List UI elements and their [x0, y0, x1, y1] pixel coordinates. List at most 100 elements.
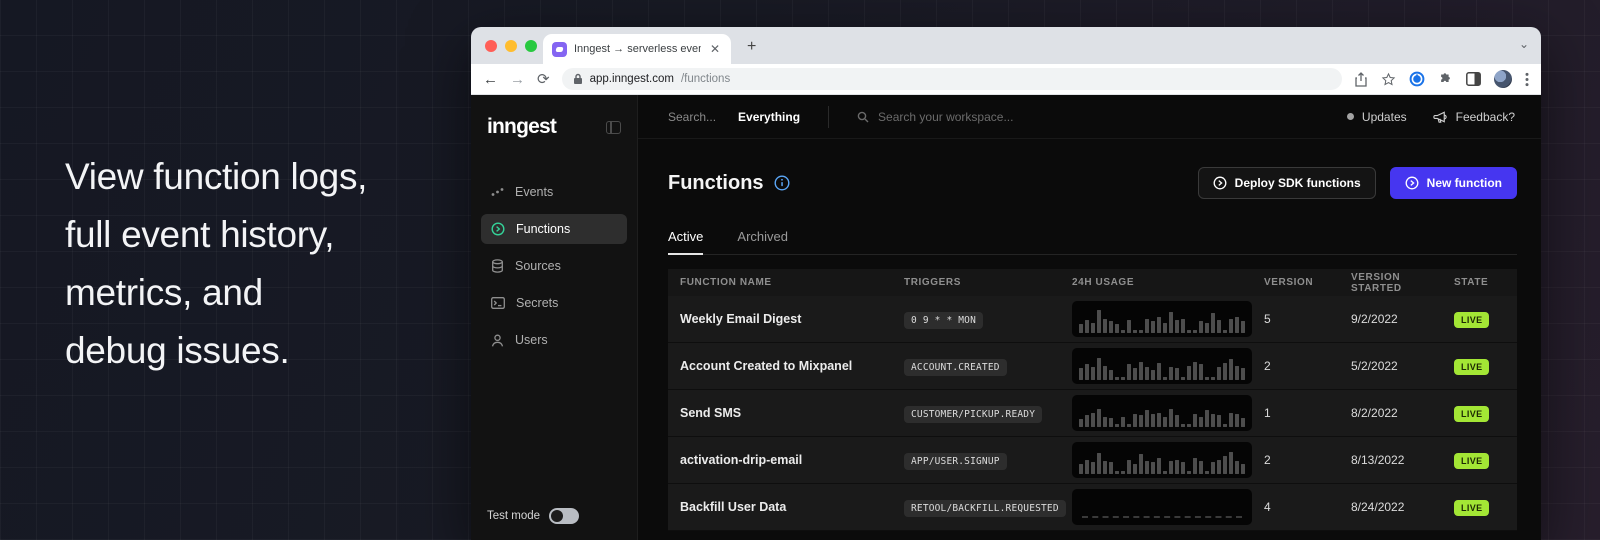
column-triggers: TRIGGERS: [904, 277, 1072, 288]
sidebar-item-label: Secrets: [516, 296, 558, 310]
side-panel-icon[interactable]: [1466, 72, 1481, 86]
functions-page: Functions Deploy: [638, 139, 1541, 540]
tab-title: Inngest → serverless event-dri: [574, 43, 701, 55]
info-icon[interactable]: [774, 175, 790, 191]
usage-sparkline-chart: [1072, 442, 1252, 478]
sidebar-item-label: Events: [515, 185, 553, 199]
version-started-date: 8/13/2022: [1351, 453, 1454, 467]
version-started-date: 5/2/2022: [1351, 359, 1454, 373]
deploy-icon: [1213, 176, 1227, 190]
refresh-icon[interactable]: ⟳: [537, 72, 550, 87]
table-row[interactable]: Account Created to Mixpanel ACCOUNT.CREA…: [668, 343, 1517, 390]
table-row[interactable]: activation-drip-email APP/USER.SIGNUP 2 …: [668, 437, 1517, 484]
inngest-logo: inngest: [487, 115, 556, 139]
sidebar: inngest Events Functions: [471, 95, 638, 540]
usage-sparkline-chart: [1072, 348, 1252, 384]
tab-archived[interactable]: Archived: [737, 229, 788, 255]
browser-tab-strip: Inngest → serverless event-dri ✕ + ⌄: [471, 27, 1541, 64]
feedback-button[interactable]: Feedback?: [1433, 110, 1515, 124]
onepassword-extension-icon[interactable]: [1409, 71, 1425, 87]
sidebar-item-label: Sources: [515, 259, 561, 273]
test-mode-toggle[interactable]: [549, 508, 579, 524]
state-badge: LIVE: [1454, 500, 1489, 516]
function-name[interactable]: Send SMS: [680, 406, 904, 420]
version-started-date: 8/2/2022: [1351, 406, 1454, 420]
state-badge: LIVE: [1454, 312, 1489, 328]
sidebar-item-events[interactable]: Events: [481, 177, 627, 207]
function-name[interactable]: activation-drip-email: [680, 453, 904, 467]
column-function-name: FUNCTION NAME: [680, 277, 904, 288]
browser-window: Inngest → serverless event-dri ✕ + ⌄ ← →…: [471, 27, 1541, 540]
sidebar-item-users[interactable]: Users: [481, 325, 627, 355]
table-row[interactable]: Weekly Email Digest 0 9 * * MON 5 9/2/20…: [668, 296, 1517, 343]
traffic-lights[interactable]: [485, 40, 537, 52]
chevron-down-icon[interactable]: ⌄: [1519, 37, 1529, 51]
sidebar-item-functions[interactable]: Functions: [481, 214, 627, 244]
function-name[interactable]: Weekly Email Digest: [680, 312, 904, 326]
search-scope-label[interactable]: Everything: [738, 110, 800, 124]
version-value: 1: [1264, 406, 1351, 420]
back-icon[interactable]: ←: [483, 72, 498, 87]
column-state: STATE: [1454, 277, 1504, 288]
table-body: Weekly Email Digest 0 9 * * MON 5 9/2/20…: [668, 296, 1517, 531]
close-window-button[interactable]: [485, 40, 497, 52]
extensions-puzzle-icon[interactable]: [1438, 72, 1453, 87]
updates-dot-icon: [1347, 113, 1354, 120]
sidebar-item-label: Functions: [516, 222, 570, 236]
bookmark-star-icon[interactable]: [1381, 72, 1396, 87]
lock-icon: [573, 73, 583, 85]
trigger-badge: ACCOUNT.CREATED: [904, 359, 1007, 376]
hero-line: metrics, and: [65, 264, 367, 322]
usage-sparkline-chart: [1072, 395, 1252, 431]
version-value: 2: [1264, 453, 1351, 467]
browser-tab[interactable]: Inngest → serverless event-dri ✕: [543, 34, 731, 64]
browser-toolbar: ← → ⟳ app.inngest.com/functions: [471, 64, 1541, 95]
feedback-label: Feedback?: [1456, 110, 1515, 124]
updates-button[interactable]: Updates: [1347, 110, 1407, 124]
column-version-started: VERSION STARTED: [1351, 272, 1454, 294]
function-name[interactable]: Account Created to Mixpanel: [680, 359, 904, 373]
trigger-badge: CUSTOMER/PICKUP.READY: [904, 406, 1042, 423]
inngest-favicon-icon: [552, 42, 567, 57]
functions-icon: [491, 222, 505, 236]
url-host: app.inngest.com: [590, 73, 674, 85]
sidebar-item-secrets[interactable]: Secrets: [481, 288, 627, 318]
inngest-app: inngest Events Functions: [471, 95, 1541, 540]
table-row[interactable]: Backfill User Data RETOOL/BACKFILL.REQUE…: [668, 484, 1517, 531]
minimize-window-button[interactable]: [505, 40, 517, 52]
browser-menu-icon[interactable]: [1525, 72, 1529, 87]
secrets-icon: [491, 297, 505, 309]
browser-profile-avatar[interactable]: [1494, 70, 1512, 88]
forward-icon[interactable]: →: [510, 72, 525, 87]
maximize-window-button[interactable]: [525, 40, 537, 52]
page-title: Functions: [668, 172, 764, 195]
test-mode-label: Test mode: [487, 510, 540, 522]
megaphone-icon: [1433, 110, 1448, 124]
new-function-button-label: New function: [1427, 176, 1502, 190]
deploy-sdk-functions-button[interactable]: Deploy SDK functions: [1198, 167, 1376, 199]
new-tab-button[interactable]: +: [741, 37, 762, 57]
function-name[interactable]: Backfill User Data: [680, 500, 904, 514]
new-function-button[interactable]: New function: [1390, 167, 1517, 199]
table-row[interactable]: Send SMS CUSTOMER/PICKUP.READY 1 8/2/202…: [668, 390, 1517, 437]
hero-text: View function logs, full event history, …: [65, 148, 367, 380]
share-icon[interactable]: [1354, 72, 1368, 87]
column-version: VERSION: [1264, 277, 1351, 288]
new-function-icon: [1405, 176, 1419, 190]
address-bar[interactable]: app.inngest.com/functions: [562, 68, 1342, 90]
state-badge: LIVE: [1454, 406, 1489, 422]
usage-sparkline-chart: [1072, 301, 1252, 337]
version-value: 4: [1264, 500, 1351, 514]
sidebar-collapse-icon[interactable]: [606, 121, 621, 134]
trigger-badge: RETOOL/BACKFILL.REQUESTED: [904, 500, 1066, 517]
main-area: Search... Everything Updates: [638, 95, 1541, 540]
workspace-search-input[interactable]: [878, 110, 1138, 124]
sidebar-item-sources[interactable]: Sources: [481, 251, 627, 281]
state-badge: LIVE: [1454, 359, 1489, 375]
tab-active[interactable]: Active: [668, 229, 703, 255]
top-nav: Search... Everything Updates: [638, 95, 1541, 139]
tab-close-icon[interactable]: ✕: [708, 41, 722, 57]
column-24h-usage: 24H USAGE: [1072, 277, 1264, 288]
search-shortcut-label[interactable]: Search...: [668, 110, 716, 124]
version-started-date: 9/2/2022: [1351, 312, 1454, 326]
